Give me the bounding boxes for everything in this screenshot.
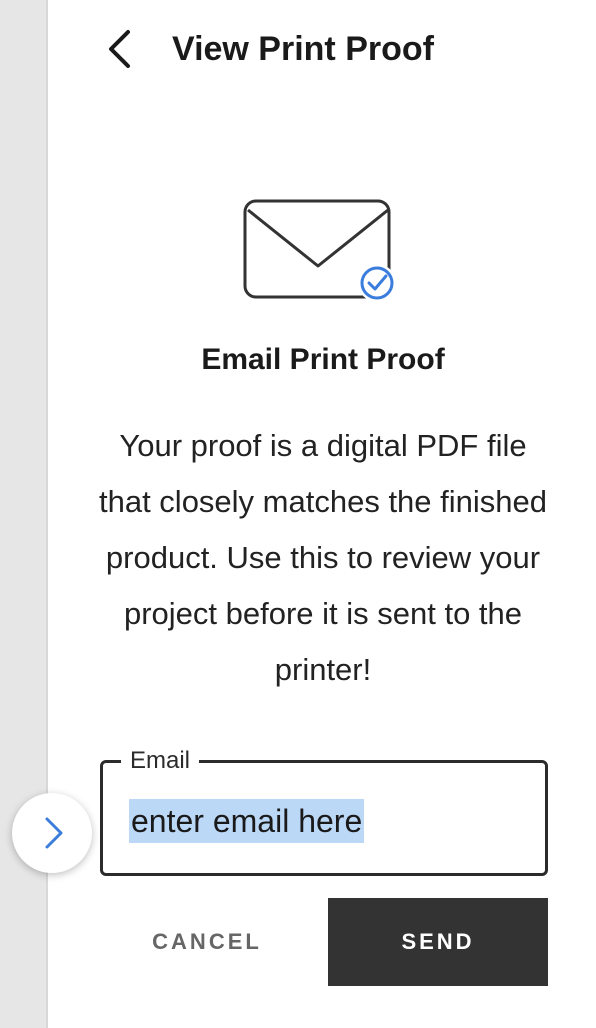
panel-header: View Print Proof [50,0,596,100]
email-field[interactable]: Email enter email here [100,746,548,876]
email-input[interactable]: enter email here [129,799,365,843]
section-title: Email Print Proof [201,343,445,376]
back-button[interactable] [102,26,142,72]
expand-sidebar-button[interactable] [12,793,92,873]
chevron-right-icon [45,817,63,849]
proof-description: Your proof is a digital PDF file that cl… [98,428,548,687]
chevron-left-icon [109,30,130,68]
left-sidebar-strip [0,0,48,1028]
cancel-button[interactable]: CANCEL [112,898,302,986]
email-field-label: Email [121,746,200,776]
page-title: View Print Proof [172,30,434,68]
envelope-check-icon [242,198,398,304]
print-proof-panel: View Print Proof Email Print Proof Your … [50,0,596,1028]
send-button[interactable]: SEND [328,898,548,986]
